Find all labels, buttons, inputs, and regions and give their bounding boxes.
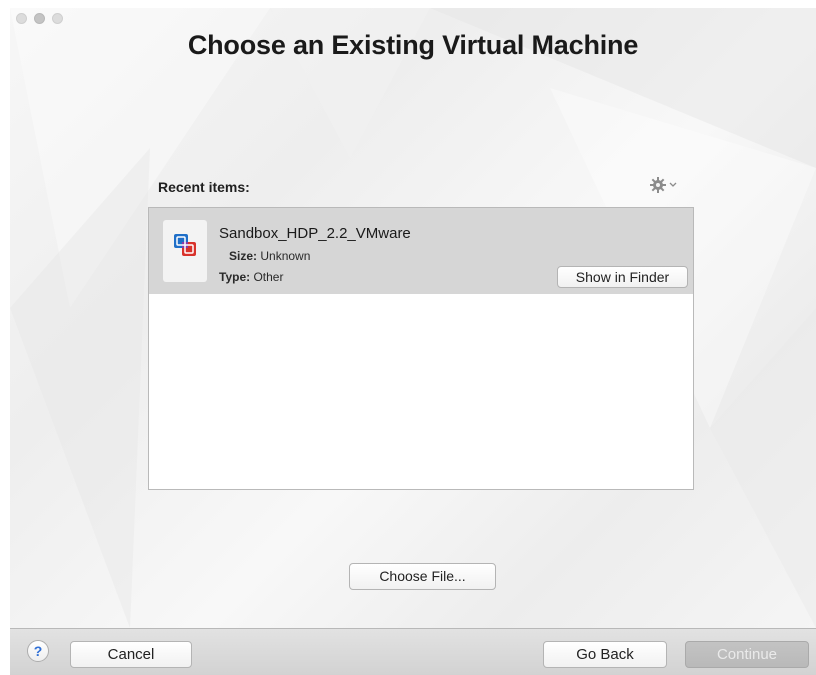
vm-size-value: Unknown	[260, 249, 311, 263]
dialog-footer: ? Cancel Go Back Continue	[10, 628, 816, 675]
vm-name: Sandbox_HDP_2.2_VMware	[219, 225, 411, 242]
zoom-window-button[interactable]	[52, 13, 63, 24]
show-in-finder-button[interactable]: Show in Finder	[557, 266, 688, 288]
cancel-button[interactable]: Cancel	[70, 641, 192, 668]
window-controls	[16, 13, 63, 24]
chevron-down-icon	[669, 182, 677, 187]
vm-size-label: Size:	[229, 249, 258, 263]
vm-type-label: Type:	[219, 270, 251, 284]
page-title: Choose an Existing Virtual Machine	[187, 30, 639, 60]
continue-button[interactable]: Continue	[685, 641, 809, 668]
list-item[interactable]: Sandbox_HDP_2.2_VMware Size: Unknown Typ…	[149, 208, 693, 294]
choose-file-button[interactable]: Choose File...	[349, 563, 496, 590]
close-window-button[interactable]	[16, 13, 27, 24]
minimize-window-button[interactable]	[34, 13, 45, 24]
gear-menu-button[interactable]	[650, 177, 677, 193]
go-back-button[interactable]: Go Back	[543, 641, 667, 668]
vm-size: Size: Unknown	[229, 249, 310, 263]
vm-type-value: Other	[253, 270, 284, 284]
vm-type: Type: Other	[219, 270, 283, 284]
vmware-fusion-icon	[174, 234, 196, 256]
vm-document-thumbnail	[163, 220, 207, 282]
dialog-window: Choose an Existing Virtual Machine Recen…	[10, 8, 816, 675]
gear-icon	[650, 177, 666, 193]
recent-items-label: Recent items:	[158, 179, 250, 195]
help-button[interactable]: ?	[27, 640, 49, 662]
recent-items-list[interactable]: Sandbox_HDP_2.2_VMware Size: Unknown Typ…	[148, 207, 694, 490]
